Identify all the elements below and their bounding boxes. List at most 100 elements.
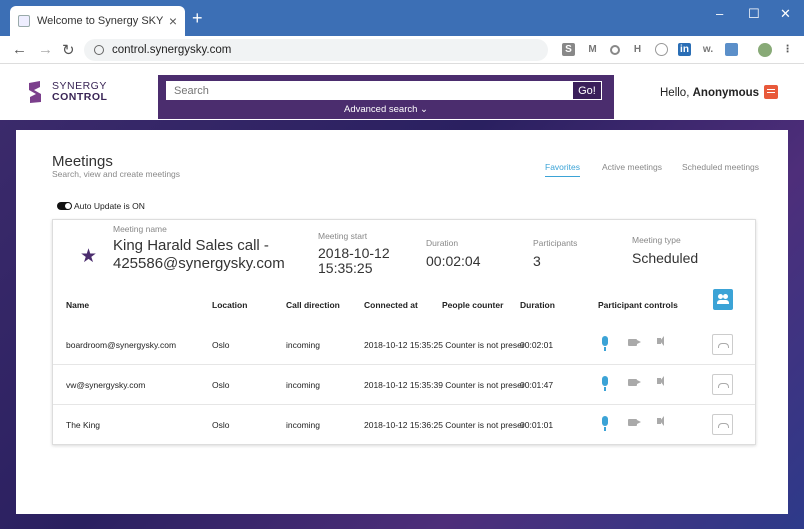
linkedin-icon[interactable]: in — [678, 43, 691, 56]
participant-name: boardroom@synergysky.com — [66, 340, 177, 350]
microphone-icon[interactable] — [602, 376, 608, 391]
extension-icon-5[interactable] — [655, 43, 668, 56]
participant-call-direction: incoming — [286, 420, 321, 430]
extension-icon-1[interactable]: S — [562, 43, 575, 56]
participant-connected-counter: 2018-10-12 15:36:25 Counter is not prese… — [364, 420, 525, 430]
participant-duration: 00:01:47 — [520, 380, 554, 390]
col-header-people-counter: People counter — [442, 300, 504, 310]
minimize-icon[interactable]: – — [716, 6, 723, 21]
participant-location: Oslo — [212, 340, 230, 350]
duration-label: Duration — [426, 238, 459, 248]
participants-label: Participants — [533, 238, 578, 248]
logo-line2: CONTROL — [52, 91, 108, 103]
microphone-icon[interactable] — [602, 336, 608, 351]
meeting-start-label: Meeting start — [318, 231, 368, 241]
logo-text: SYNERGY CONTROL — [52, 81, 107, 103]
hangup-button[interactable] — [712, 334, 733, 355]
go-button[interactable]: Go! — [572, 81, 602, 100]
extension-icon-4[interactable]: H — [631, 43, 644, 56]
extension-icon-2[interactable]: M — [586, 43, 599, 56]
messages-icon[interactable] — [764, 85, 778, 99]
participant-duration: 00:02:01 — [520, 340, 554, 350]
extension-icon-7[interactable]: w. — [700, 43, 716, 56]
participant-name: The King — [66, 420, 101, 430]
col-header-name: Name — [66, 300, 90, 310]
synergy-logo-icon — [29, 81, 41, 103]
menu-icon[interactable]: ⋮ — [781, 43, 794, 56]
meeting-start-time: 15:35:25 — [318, 260, 373, 276]
camera-icon[interactable] — [628, 339, 641, 346]
close-window-icon[interactable]: ✕ — [780, 6, 791, 22]
meeting-type-value: Scheduled — [632, 250, 699, 266]
meeting-card: ★ Meeting name King Harald Sales call - … — [52, 219, 756, 445]
page-title: Meetings — [52, 153, 113, 170]
camera-icon[interactable] — [628, 379, 641, 386]
address-bar[interactable]: control.synergysky.com — [84, 39, 548, 61]
add-participant-button[interactable] — [713, 289, 733, 310]
maximize-icon[interactable]: ☐ — [748, 6, 760, 22]
browser-titlebar: Welcome to Synergy SKY Confer × + – ☐ ✕ — [0, 0, 804, 36]
table-row: The King Oslo incoming 2018-10-12 15:36:… — [53, 405, 755, 445]
participants-value: 3 — [533, 253, 541, 269]
meeting-type-label: Meeting type — [632, 235, 681, 245]
microphone-icon[interactable] — [602, 416, 608, 431]
table-row: vw@synergysky.com Oslo incoming 2018-10-… — [53, 365, 755, 405]
participant-call-direction: incoming — [286, 380, 321, 390]
extension-icon-8[interactable] — [725, 43, 738, 56]
col-header-duration: Duration — [520, 300, 555, 310]
new-tab-icon[interactable]: + — [192, 9, 203, 27]
table-row: boardroom@synergysky.com Oslo incoming 2… — [53, 325, 755, 365]
back-icon[interactable]: ← — [12, 41, 27, 58]
browser-toolbar: ← → ↻ control.synergysky.com S M H in w.… — [0, 36, 804, 64]
tab-scheduled-meetings[interactable]: Scheduled meetings — [682, 162, 759, 172]
camera-icon[interactable] — [628, 419, 641, 426]
url-text: control.synergysky.com — [112, 44, 232, 56]
participant-location: Oslo — [212, 420, 230, 430]
greeting-text: Hello, — [660, 87, 690, 99]
reload-icon[interactable]: ↻ — [62, 41, 75, 59]
tab-title: Welcome to Synergy SKY Confer — [37, 15, 163, 27]
meeting-name-label: Meeting name — [113, 224, 167, 234]
extension-icon-3[interactable] — [610, 45, 620, 55]
meeting-name-line1: King Harald Sales call - — [113, 237, 269, 254]
participant-connected-counter: 2018-10-12 15:35:39 Counter is not prese… — [364, 380, 525, 390]
auto-update-toggle[interactable] — [57, 202, 72, 210]
site-info-icon[interactable] — [94, 45, 104, 55]
logo[interactable]: SYNERGY CONTROL — [26, 79, 107, 105]
speaker-icon[interactable] — [657, 336, 664, 346]
chevron-down-icon: ⌄ — [420, 104, 429, 115]
profile-avatar-icon[interactable] — [758, 43, 772, 57]
page-favicon-icon — [18, 15, 30, 27]
advanced-search-link[interactable]: Advanced search ⌄ — [158, 104, 614, 115]
col-header-connected-at: Connected at — [364, 300, 418, 310]
speaker-icon[interactable] — [657, 376, 664, 386]
participant-connected-counter: 2018-10-12 15:35:25 Counter is not prese… — [364, 340, 525, 350]
favorite-star-icon[interactable]: ★ — [80, 245, 97, 268]
meeting-start-date: 2018-10-12 — [318, 245, 390, 261]
auto-update-control[interactable]: Auto Update is ON — [57, 201, 145, 211]
username[interactable]: Anonymous — [693, 87, 759, 99]
speaker-icon[interactable] — [657, 416, 664, 426]
hangup-button[interactable] — [712, 374, 733, 395]
page-subtitle: Search, view and create meetings — [52, 169, 181, 179]
meeting-name-line2: 425586@synergysky.com — [113, 255, 285, 272]
duration-value: 00:02:04 — [426, 253, 481, 269]
tab-favorites[interactable]: Favorites — [545, 162, 580, 177]
participant-call-direction: incoming — [286, 340, 321, 350]
search-bar: Go! Advanced search ⌄ — [158, 75, 614, 119]
tab-close-icon[interactable]: × — [169, 13, 177, 29]
forward-icon[interactable]: → — [38, 41, 53, 58]
advanced-search-label: Advanced search — [343, 104, 418, 115]
app-header: SYNERGY CONTROL Go! Advanced search ⌄ He… — [0, 65, 804, 120]
auto-update-label: Auto Update is ON — [74, 201, 145, 211]
col-header-location: Location — [212, 300, 248, 310]
user-greeting: Hello, Anonymous — [660, 87, 759, 99]
col-header-participant-controls: Participant controls — [598, 300, 678, 310]
tab-active-meetings[interactable]: Active meetings — [602, 162, 662, 172]
col-header-call-direction: Call direction — [286, 300, 340, 310]
participant-name: vw@synergysky.com — [66, 380, 146, 390]
browser-tab[interactable]: Welcome to Synergy SKY Confer × — [10, 6, 185, 36]
search-input[interactable] — [166, 81, 602, 100]
hangup-button[interactable] — [712, 414, 733, 435]
participant-duration: 00:01:01 — [520, 420, 554, 430]
